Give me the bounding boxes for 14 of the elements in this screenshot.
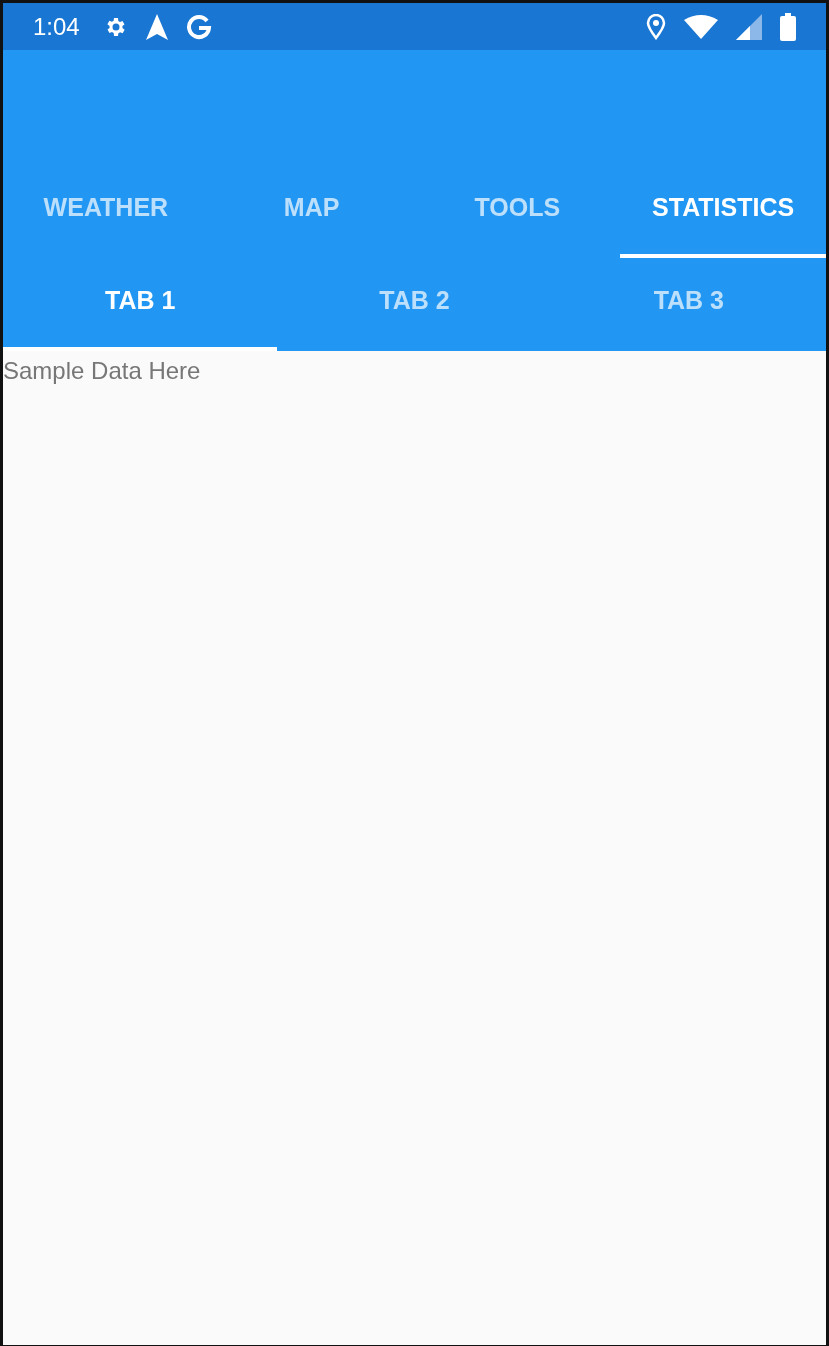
tab[interactable]: TOOLS — [414, 165, 621, 258]
signal-icon — [736, 13, 762, 40]
tab[interactable]: TAB 3 — [551, 258, 826, 351]
sample-text: Sample Data Here — [3, 356, 202, 385]
tab[interactable]: TAB 2 — [277, 258, 552, 351]
location-pin-icon — [646, 13, 666, 40]
navigation-icon — [145, 13, 168, 40]
g-logo-icon — [185, 13, 212, 40]
tab[interactable]: TAB 1 — [3, 258, 278, 351]
tab[interactable]: MAP — [208, 165, 415, 258]
clock: 1:04 — [33, 12, 80, 41]
tab[interactable]: WEATHER — [3, 165, 209, 258]
battery-icon — [780, 12, 796, 41]
wifi-icon — [684, 14, 718, 39]
